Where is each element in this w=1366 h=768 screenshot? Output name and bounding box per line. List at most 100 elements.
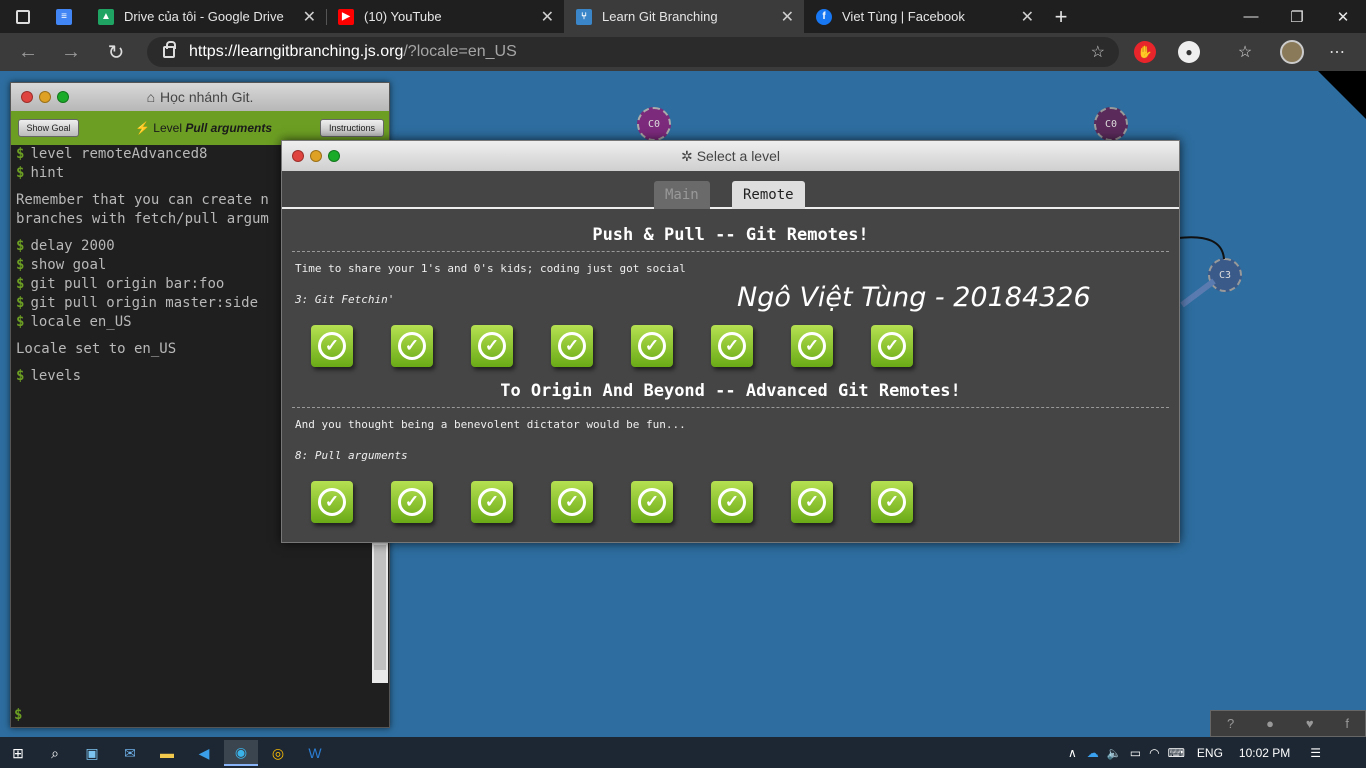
- close-icon[interactable]: ✕: [1021, 7, 1034, 27]
- clock[interactable]: 10:02 PM: [1239, 746, 1290, 760]
- close-icon[interactable]: ✕: [303, 7, 316, 27]
- level-complete-button[interactable]: ✓: [711, 481, 753, 523]
- section-title: Push & Pull -- Git Remotes!: [592, 225, 869, 245]
- wifi-icon[interactable]: ◠: [1149, 746, 1159, 760]
- tab-facebook[interactable]: f Viet Tùng | Facebook ✕: [804, 0, 1044, 33]
- docs-tab[interactable]: ≡: [44, 0, 86, 33]
- level-complete-button[interactable]: ✓: [311, 481, 353, 523]
- favorites-icon[interactable]: ☆: [1234, 41, 1256, 63]
- checkmark-icon: ✓: [798, 488, 826, 516]
- tab-title: Viet Tùng | Facebook: [842, 9, 965, 24]
- level-label: ⚡ Level Pull arguments: [135, 121, 272, 135]
- level-complete-button[interactable]: ✓: [391, 481, 433, 523]
- maximize-dot-icon[interactable]: [57, 91, 69, 103]
- avatar[interactable]: [1280, 40, 1304, 64]
- section-divider: [292, 407, 1169, 408]
- level-complete-button[interactable]: ✓: [791, 481, 833, 523]
- vscode-icon[interactable]: ◀: [187, 740, 221, 766]
- scrollbar-thumb[interactable]: [374, 545, 386, 670]
- facebook-icon: f: [816, 8, 832, 25]
- minimize-dot-icon[interactable]: [310, 150, 322, 162]
- level-complete-button[interactable]: ✓: [391, 325, 433, 367]
- minimize-icon[interactable]: —: [1228, 0, 1274, 33]
- tab-title: (10) YouTube: [364, 9, 442, 24]
- line-text: show goal: [30, 257, 107, 273]
- window-controls: [21, 91, 69, 103]
- chevron-up-icon[interactable]: ∧: [1068, 746, 1077, 760]
- google-drive-icon: ▲: [98, 8, 114, 25]
- tab-remote[interactable]: Remote: [732, 181, 805, 209]
- prompt-symbol: $: [16, 368, 25, 384]
- windows-start-icon[interactable]: ⊞: [1, 740, 35, 766]
- maximize-icon[interactable]: ❐: [1274, 0, 1320, 33]
- more-menu-icon[interactable]: ⋯: [1326, 41, 1348, 63]
- globe-icon[interactable]: ●: [1266, 716, 1274, 731]
- onedrive-icon[interactable]: ☁: [1087, 746, 1099, 760]
- instructions-button[interactable]: Instructions: [320, 119, 384, 137]
- terminal-titlebar: ⌂ Học nhánh Git.: [11, 83, 389, 111]
- back-arrow-icon[interactable]: ←: [15, 39, 41, 65]
- level-complete-button[interactable]: ✓: [471, 325, 513, 367]
- system-tray: ∧ ☁ 🔈 ▭ ◠ ⌨ ENG 10:02 PM ☰: [1068, 737, 1321, 768]
- show-goal-button[interactable]: Show Goal: [18, 119, 79, 137]
- maximize-dot-icon[interactable]: [328, 150, 340, 162]
- notifications-icon[interactable]: ☰: [1310, 746, 1321, 760]
- search-icon[interactable]: ⌕: [38, 740, 72, 766]
- extension-icon[interactable]: ●: [1178, 41, 1200, 63]
- facebook-icon[interactable]: f: [1345, 716, 1349, 731]
- favorite-star-icon[interactable]: ☆: [1091, 42, 1105, 62]
- adblock-icon[interactable]: ✋: [1134, 41, 1156, 63]
- close-icon[interactable]: ✕: [541, 7, 554, 27]
- tab-learn-git-branching[interactable]: ⑂ Learn Git Branching ✕: [564, 0, 804, 33]
- checkmark-icon: ✓: [478, 488, 506, 516]
- tab-main[interactable]: Main: [654, 181, 710, 209]
- close-dot-icon[interactable]: [21, 91, 33, 103]
- checkmark-icon: ✓: [878, 332, 906, 360]
- close-dot-icon[interactable]: [292, 150, 304, 162]
- level-complete-button[interactable]: ✓: [711, 325, 753, 367]
- line-text: level remoteAdvanced8: [30, 146, 208, 162]
- commit-node[interactable]: C0: [637, 107, 671, 141]
- new-tab-button[interactable]: +: [1044, 0, 1078, 33]
- minimize-dot-icon[interactable]: [39, 91, 51, 103]
- level-complete-button[interactable]: ✓: [791, 325, 833, 367]
- edge-icon[interactable]: ◉: [224, 740, 258, 766]
- forward-arrow-icon[interactable]: →: [58, 39, 84, 65]
- mail-icon[interactable]: ✉: [113, 740, 147, 766]
- volume-icon[interactable]: 🔈: [1107, 746, 1122, 760]
- level-complete-button[interactable]: ✓: [471, 481, 513, 523]
- checkmark-icon: ✓: [638, 332, 666, 360]
- tab-youtube[interactable]: ▶ (10) YouTube ✕: [326, 0, 564, 33]
- tab-actions-icon[interactable]: [0, 0, 44, 33]
- prompt-symbol: $: [16, 257, 25, 273]
- word-icon[interactable]: W: [298, 740, 332, 766]
- chrome-icon[interactable]: ◎: [261, 740, 295, 766]
- social-links: ? ● ♥ f: [1210, 710, 1366, 737]
- level-complete-button[interactable]: ✓: [871, 481, 913, 523]
- battery-icon[interactable]: ▭: [1130, 746, 1141, 760]
- help-icon[interactable]: ?: [1227, 716, 1234, 731]
- close-icon[interactable]: ✕: [781, 7, 794, 27]
- twitter-icon[interactable]: ♥: [1306, 716, 1314, 731]
- level-complete-button[interactable]: ✓: [631, 481, 673, 523]
- level-complete-button[interactable]: ✓: [871, 325, 913, 367]
- keyboard-icon[interactable]: ⌨: [1168, 746, 1185, 760]
- terminal-title: Học nhánh Git.: [160, 89, 254, 105]
- reload-icon[interactable]: ↻: [103, 39, 129, 65]
- level-complete-button[interactable]: ✓: [551, 325, 593, 367]
- tab-google-drive[interactable]: ▲ Drive của tôi - Google Drive ✕: [86, 0, 326, 33]
- language-indicator[interactable]: ENG: [1197, 746, 1223, 760]
- commit-node[interactable]: C0: [1094, 107, 1128, 141]
- checkmark-icon: ✓: [318, 488, 346, 516]
- file-explorer-icon[interactable]: ▬: [150, 740, 184, 766]
- level-complete-button[interactable]: ✓: [551, 481, 593, 523]
- contacts-app-icon[interactable]: ▣: [75, 740, 109, 766]
- close-window-icon[interactable]: ✕: [1320, 0, 1366, 33]
- level-complete-button[interactable]: ✓: [311, 325, 353, 367]
- url-field[interactable]: https://learngitbranching.js.org /?local…: [147, 37, 1119, 67]
- level-complete-button[interactable]: ✓: [631, 325, 673, 367]
- home-icon: ⌂: [146, 89, 156, 105]
- line-text: Locale set to en_US: [16, 341, 177, 357]
- terminal-input-prompt[interactable]: $: [14, 707, 22, 723]
- github-corner-icon[interactable]: [1318, 71, 1366, 119]
